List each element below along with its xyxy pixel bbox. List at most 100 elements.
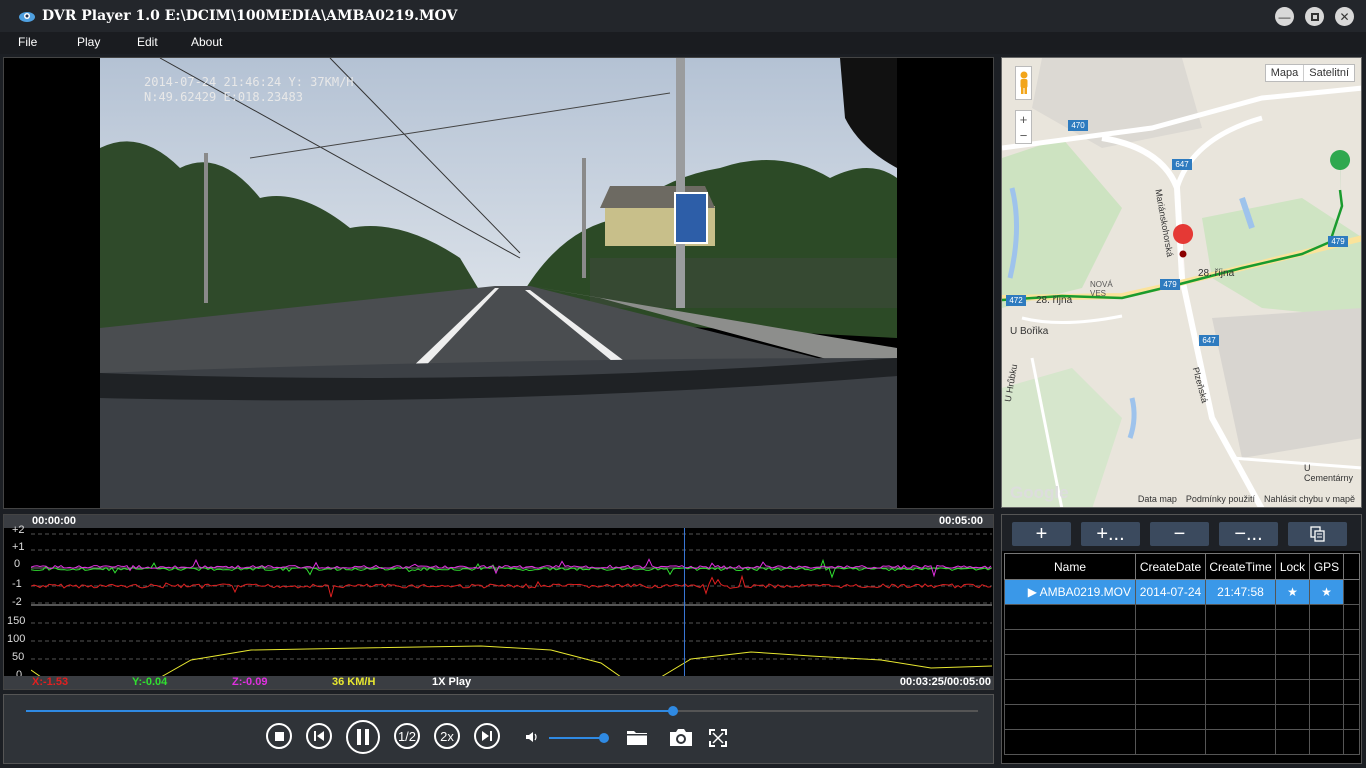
- table-row-empty: [1004, 679, 1360, 705]
- street-label-28-rijna: 28. října: [1198, 268, 1235, 279]
- add-folder-button[interactable]: +...: [1081, 522, 1140, 546]
- pause-icon: [357, 729, 369, 745]
- table-row-empty: [1004, 629, 1360, 655]
- table-row-empty: [1004, 704, 1360, 730]
- street-label-u-borika: U Bořika: [1010, 326, 1049, 337]
- gsensor-axis-minus2: -2: [12, 596, 22, 608]
- graph-start-time: 00:00:00: [32, 515, 77, 527]
- road-shield-472: 472: [1009, 296, 1023, 305]
- minimize-icon: —: [1278, 9, 1291, 24]
- speed-axis-150: 150: [7, 615, 26, 627]
- file-table: Name CreateDate CreateTime Lock GPS ▶ AM…: [1004, 553, 1360, 755]
- menu-bar: File Play Edit About: [0, 32, 1366, 54]
- map-type-toggle: Mapa Satelitní: [1264, 64, 1355, 82]
- playback-controls: 1/2 2x: [3, 694, 994, 764]
- z-axis-reading: Z:-0.09: [232, 676, 268, 688]
- map-type-map[interactable]: Mapa: [1266, 65, 1305, 81]
- road-shield-479-east: 479: [1331, 237, 1345, 246]
- column-gps[interactable]: GPS: [1309, 553, 1344, 580]
- pegman-icon: [1020, 71, 1027, 94]
- double-speed-button[interactable]: 2x: [434, 723, 460, 749]
- seek-bar[interactable]: [26, 706, 978, 716]
- minimize-button[interactable]: —: [1275, 7, 1294, 26]
- column-createtime[interactable]: CreateTime: [1205, 553, 1276, 580]
- menu-edit[interactable]: Edit: [137, 35, 158, 49]
- zoom-control: + −: [1015, 110, 1032, 144]
- table-row-empty: [1004, 654, 1360, 680]
- file-name: AMBA0219.MOV: [1039, 585, 1131, 599]
- video-overlay-coords: N:49.62429 E:018.23483: [144, 90, 303, 104]
- maximize-icon: [1310, 12, 1319, 21]
- folder-icon[interactable]: [626, 728, 648, 746]
- speed-axis-100: 100: [7, 633, 26, 645]
- street-view-button[interactable]: [1015, 66, 1032, 100]
- pause-button[interactable]: [346, 720, 380, 754]
- road-shield-470: 470: [1071, 121, 1085, 130]
- file-toolbar: + +... − −...: [1002, 515, 1361, 551]
- next-button[interactable]: [474, 723, 500, 749]
- file-table-header: Name CreateDate CreateTime Lock GPS: [1004, 553, 1360, 580]
- window-title: DVR Player 1.0 E:\DCIM\100MEDIA\AMBA0219…: [42, 8, 458, 24]
- road-shield-479: 479: [1163, 280, 1177, 289]
- file-list-panel: + +... − −... Name CreateDate CreateTime…: [1001, 514, 1362, 764]
- next-icon: [482, 731, 492, 741]
- map-type-satellite[interactable]: Satelitní: [1304, 65, 1354, 81]
- zoom-in-button[interactable]: +: [1020, 112, 1028, 127]
- add-file-button[interactable]: +: [1012, 522, 1071, 546]
- file-gps-star-icon: ★: [1309, 579, 1344, 605]
- menu-play[interactable]: Play: [77, 35, 100, 49]
- fullscreen-icon[interactable]: [709, 729, 727, 747]
- column-createdate[interactable]: CreateDate: [1135, 553, 1206, 580]
- video-viewport[interactable]: 2014-07-24 21:46:24 Y: 37KM/H N:49.62429…: [3, 57, 994, 509]
- speed-reading: 36 KM/H: [332, 676, 376, 688]
- previous-button[interactable]: [306, 723, 332, 749]
- road-shield-647-south: 647: [1202, 336, 1216, 345]
- remove-file-button[interactable]: −: [1150, 522, 1209, 546]
- y-axis-series: [31, 558, 992, 579]
- video-frame: 2014-07-24 21:46:24 Y: 37KM/H N:49.62429…: [100, 58, 897, 508]
- graph-plot: [31, 528, 992, 678]
- graph-end-time: 00:05:00: [938, 515, 983, 527]
- road-shield-647: 647: [1175, 160, 1189, 169]
- map-view[interactable]: 470 647 479 472 479 647 28. října 28. ří…: [1001, 57, 1362, 508]
- seek-bar-handle[interactable]: [668, 706, 679, 716]
- file-date: 2014-07-24: [1135, 579, 1206, 605]
- play-indicator-icon: ▶: [1027, 585, 1040, 599]
- empty-cell: [1343, 579, 1360, 605]
- district-label-nova-ves: NOVÁ VES: [1090, 280, 1113, 298]
- half-speed-button[interactable]: 1/2: [394, 723, 420, 749]
- speed-series: [31, 645, 992, 678]
- remove-all-button[interactable]: −...: [1219, 522, 1278, 546]
- play-mode-label: 1X Play: [432, 676, 472, 688]
- volume-icon[interactable]: [525, 731, 539, 743]
- graph-footer: X:-1.53 Y:-0.04 Z:-0.09 36 KM/H 1X Play …: [4, 676, 993, 689]
- column-lock[interactable]: Lock: [1275, 553, 1310, 580]
- playback-position: 00:03:25/00:05:00: [899, 676, 991, 688]
- map-canvas: [1002, 58, 1361, 507]
- stop-button[interactable]: [266, 723, 292, 749]
- copy-icon: [1309, 526, 1325, 542]
- camera-icon[interactable]: [668, 727, 694, 747]
- map-data-link[interactable]: Data map: [1138, 494, 1177, 504]
- maximize-button[interactable]: [1305, 7, 1324, 26]
- zoom-out-button[interactable]: −: [1020, 128, 1028, 143]
- column-name[interactable]: Name: [1004, 553, 1136, 580]
- map-terms-link[interactable]: Podmínky použití: [1186, 494, 1255, 504]
- close-button[interactable]: ✕: [1335, 7, 1354, 26]
- column-spacer: [1343, 553, 1360, 580]
- sensor-graph[interactable]: 00:00:00 00:05:00 +2 +1 0 -1 -2 150 100 …: [3, 514, 994, 690]
- y-axis-reading: Y:-0.04: [132, 676, 168, 688]
- table-row[interactable]: ▶ AMBA0219.MOV 2014-07-24 21:47:58 ★ ★: [1004, 579, 1360, 605]
- volume-slider[interactable]: [549, 733, 609, 743]
- volume-slider-handle[interactable]: [599, 733, 609, 743]
- seek-bar-progress: [26, 710, 674, 712]
- x-axis-series: [31, 574, 992, 598]
- video-overlay-datetime: 2014-07-24 21:46:24 Y: 37KM/H: [144, 75, 354, 89]
- map-report-link[interactable]: Nahlásit chybu v mapě: [1264, 494, 1355, 504]
- gsensor-axis-plus2: +2: [12, 524, 25, 536]
- x-axis-reading: X:-1.53: [32, 676, 69, 688]
- menu-file[interactable]: File: [18, 35, 37, 49]
- menu-about[interactable]: About: [191, 35, 222, 49]
- copy-button[interactable]: [1288, 522, 1347, 546]
- file-time: 21:47:58: [1205, 579, 1276, 605]
